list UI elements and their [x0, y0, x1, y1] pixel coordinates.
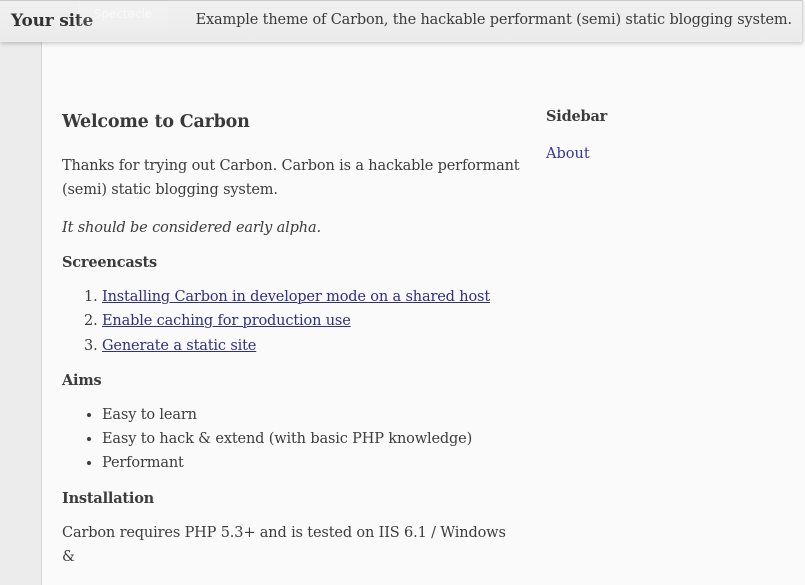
screencast-link-caching[interactable]: Enable caching for production use	[102, 313, 351, 329]
sidebar-link-about[interactable]: About	[546, 146, 590, 162]
list-item: Easy to hack & extend (with basic PHP kn…	[102, 427, 522, 451]
aims-heading: Aims	[62, 371, 102, 389]
list-item: Easy to learn	[102, 403, 522, 427]
aims-list: Easy to learn Easy to hack & extend (wit…	[62, 403, 522, 476]
screencast-link-static[interactable]: Generate a static site	[102, 338, 256, 354]
installation-heading: Installation	[62, 489, 155, 507]
list-item: Performant	[102, 451, 522, 475]
screencast-link-install[interactable]: Installing Carbon in developer mode on a…	[102, 289, 490, 305]
screencasts-heading: Screencasts	[62, 254, 157, 271]
list-item: Installing Carbon in developer mode on a…	[102, 285, 522, 309]
list-item: Enable caching for production use	[102, 309, 522, 333]
site-tagline: Example theme of Carbon, the hackable pe…	[195, 12, 793, 28]
site-header: Your site Spectacle Example theme of Car…	[0, 0, 803, 42]
alpha-note: It should be considered early alpha.	[62, 220, 321, 236]
intro-paragraph: Thanks for trying out Carbon. Carbon is …	[62, 158, 520, 198]
post-title: Welcome to Carbon	[62, 112, 250, 132]
post-article: Welcome to Carbon Thanks for trying out …	[62, 112, 522, 583]
list-item: Generate a static site	[102, 334, 522, 358]
installation-paragraph: Carbon requires PHP 5.3+ and is tested o…	[62, 524, 506, 565]
main-content: Welcome to Carbon Thanks for trying out …	[42, 42, 805, 585]
screenshot-tool-overlay: Spectacle	[78, 2, 168, 27]
screencasts-list: Installing Carbon in developer mode on a…	[62, 285, 522, 358]
sidebar-heading: Sidebar	[546, 108, 608, 125]
left-gutter	[0, 0, 42, 585]
sidebar: Sidebar About	[546, 108, 786, 162]
